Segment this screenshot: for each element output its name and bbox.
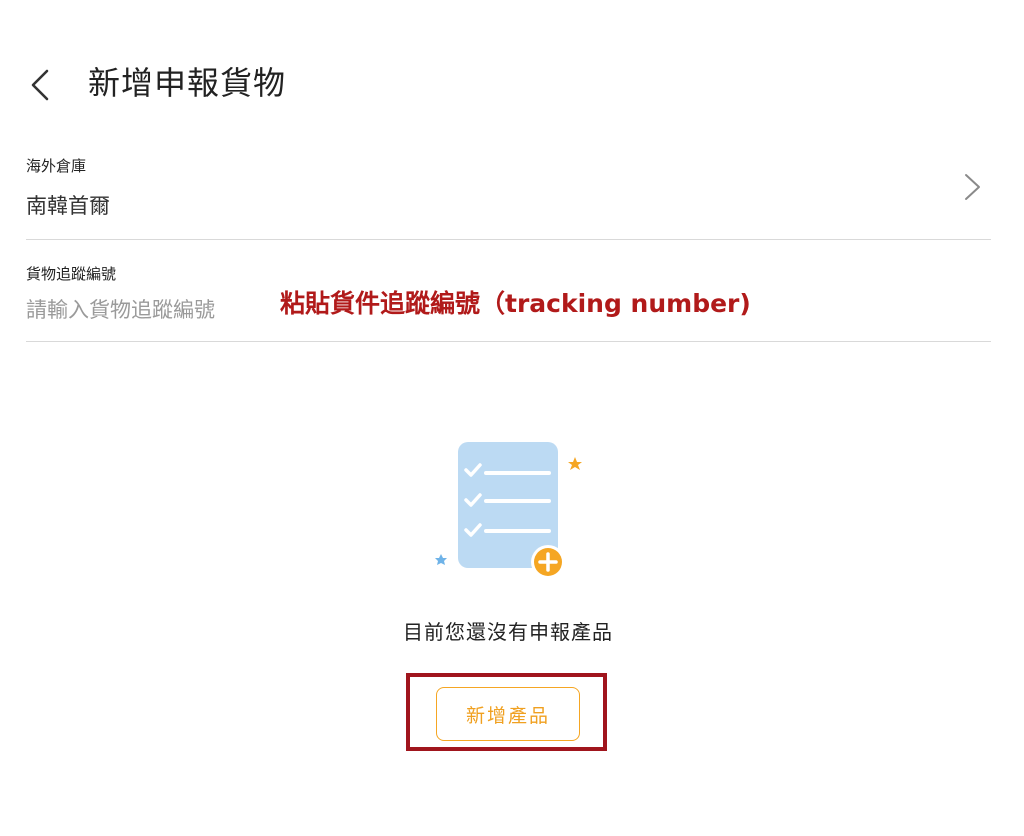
declare-shipment-page: 新增申報貨物 海外倉庫 南韓首爾 貨物追蹤編號 粘貼貨件追蹤編號（trackin… [0,0,1024,836]
tracking-label: 貨物追蹤編號 [26,265,117,283]
empty-state-message: 目前您還沒有申報產品 [403,620,613,644]
tracking-annotation: 粘貼貨件追蹤編號（tracking number) [280,289,751,318]
warehouse-selector[interactable]: 海外倉庫 南韓首爾 [26,150,991,240]
warehouse-label: 海外倉庫 [26,157,87,175]
header: 新增申報貨物 [0,55,1024,115]
tracking-number-row: 貨物追蹤編號 粘貼貨件追蹤編號（tracking number) [26,258,991,342]
chevron-left-icon [31,69,49,101]
checklist-add-icon [435,442,582,579]
back-button[interactable] [22,63,58,107]
chevron-right-icon [965,174,980,200]
page-title: 新增申報貨物 [88,64,287,102]
warehouse-value: 南韓首爾 [26,194,110,218]
add-product-button[interactable]: 新增產品 [436,687,580,741]
tracking-number-input[interactable] [26,294,266,326]
